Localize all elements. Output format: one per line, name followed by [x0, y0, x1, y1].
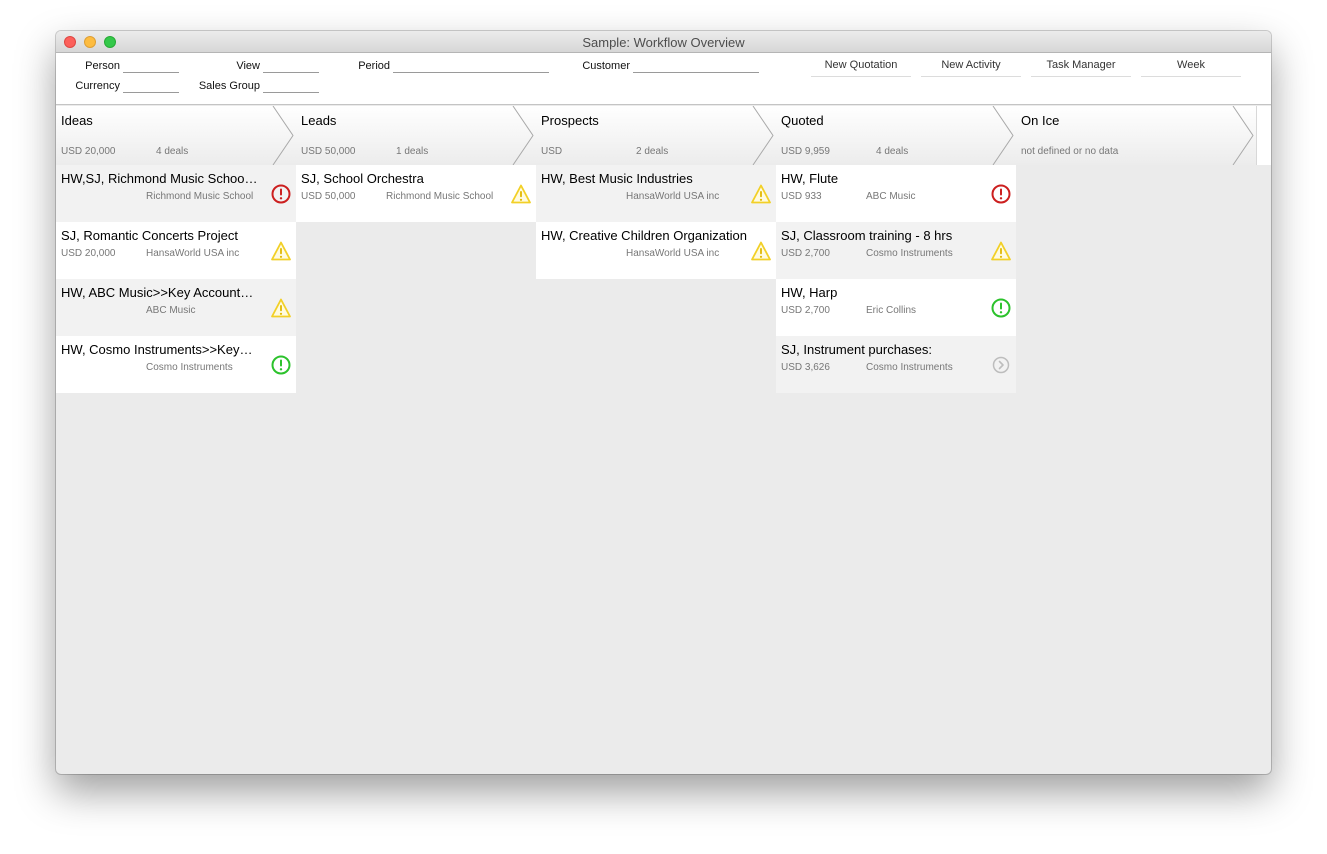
deal-amount: USD 20,000 [61, 248, 116, 259]
deal-company: Cosmo Instruments [866, 362, 953, 373]
sales-group-field[interactable] [263, 80, 319, 93]
deal-card[interactable]: HW, Flute USD 933 ABC Music [776, 165, 1016, 222]
stage-amount: USD 9,959 [781, 146, 830, 157]
stage-amount: USD [541, 146, 563, 157]
chevron-right-circle-icon [992, 356, 1010, 374]
deal-title: SJ, Instrument purchases: [781, 342, 933, 357]
alert-circle-icon [271, 184, 291, 204]
filter-toolbar: Person View Period Customer Currency Sal… [56, 53, 1271, 105]
period-label: Period [358, 60, 390, 72]
deal-title: HW,SJ, Richmond Music Schoo… [61, 171, 258, 186]
deal-amount: USD 50,000 [301, 191, 356, 202]
warning-triangle-icon [751, 241, 771, 261]
deal-company: Richmond Music School [386, 191, 494, 202]
deal-card[interactable]: HW, ABC Music>>Key Account… ABC Music [56, 279, 296, 336]
header-filler [1256, 106, 1271, 165]
deal-card[interactable]: HW, Cosmo Instruments>>Key… Cosmo Instru… [56, 336, 296, 393]
stage-deal-count: 1 deals [396, 146, 429, 157]
view-field[interactable] [263, 60, 319, 73]
deal-title: SJ, Romantic Concerts Project [61, 228, 239, 243]
person-field[interactable] [123, 60, 179, 73]
deal-card[interactable]: SJ, Instrument purchases: USD 3,626 Cosm… [776, 336, 1016, 393]
warning-triangle-icon [271, 241, 291, 261]
deal-title: HW, Creative Children Organization [541, 228, 747, 243]
deal-card[interactable]: HW, Harp USD 2,700 Eric Collins [776, 279, 1016, 336]
deal-card[interactable]: HW, Best Music Industries HansaWorld USA… [536, 165, 776, 222]
deal-company: HansaWorld USA inc [146, 248, 240, 259]
deal-title: HW, Cosmo Instruments>>Key… [61, 342, 253, 357]
deal-amount: USD 933 [781, 191, 822, 202]
stage-name: On Ice [1021, 113, 1060, 128]
warning-triangle-icon [751, 184, 771, 204]
window-title: Sample: Workflow Overview [582, 35, 745, 50]
stage-header-ideas[interactable]: Ideas USD 20,000 4 deals [56, 106, 296, 165]
deal-card[interactable]: HW, Creative Children Organization Hansa… [536, 222, 776, 279]
deal-company: HansaWorld USA inc [626, 191, 720, 202]
deal-title: SJ, School Orchestra [301, 171, 424, 186]
stage-deal-count: 4 deals [156, 146, 189, 157]
deal-card[interactable]: SJ, Romantic Concerts Project USD 20,000… [56, 222, 296, 279]
new-activity-button[interactable]: New Activity [921, 57, 1021, 77]
customer-field[interactable] [633, 60, 759, 73]
stage-header-on-ice[interactable]: On Ice not defined or no data [1016, 106, 1256, 165]
stage-name: Prospects [541, 113, 599, 128]
deal-card[interactable]: SJ, School Orchestra USD 50,000 Richmond… [296, 165, 536, 222]
view-label: View [236, 60, 260, 72]
deal-title: HW, Harp [781, 285, 838, 300]
deal-company: Richmond Music School [146, 191, 254, 202]
stage-empty-note: not defined or no data [1021, 146, 1119, 157]
sales-group-label: Sales Group [198, 80, 260, 92]
stage-deal-count: 4 deals [876, 146, 909, 157]
deal-amount: USD 2,700 [781, 305, 830, 316]
week-button[interactable]: Week [1141, 57, 1241, 77]
stage-name: Quoted [781, 113, 824, 128]
deal-company: HansaWorld USA inc [626, 248, 720, 259]
stage-name: Leads [301, 113, 337, 128]
period-field[interactable] [393, 60, 549, 73]
alert-circle-icon [991, 298, 1011, 318]
deal-title: HW, Flute [781, 171, 839, 186]
stage-header-quoted[interactable]: Quoted USD 9,959 4 deals [776, 106, 1016, 165]
stage-header-prospects[interactable]: Prospects USD 2 deals [536, 106, 776, 165]
deal-company: Cosmo Instruments [146, 362, 233, 373]
customer-label: Customer [582, 60, 630, 72]
alert-circle-icon [991, 184, 1011, 204]
deal-company: Cosmo Instruments [866, 248, 953, 259]
warning-triangle-icon [991, 241, 1011, 261]
deal-amount: USD 3,626 [781, 362, 830, 373]
deal-company: ABC Music [146, 305, 196, 316]
deal-title: HW, ABC Music>>Key Account… [61, 285, 254, 300]
deal-company: ABC Music [866, 191, 916, 202]
stage-amount: USD 50,000 [301, 146, 356, 157]
currency-field[interactable] [123, 80, 179, 93]
stage-name: Ideas [61, 113, 93, 128]
person-label: Person [85, 60, 120, 72]
currency-label: Currency [75, 80, 120, 92]
task-manager-button[interactable]: Task Manager [1031, 57, 1131, 77]
deal-title: HW, Best Music Industries [541, 171, 693, 186]
stage-amount: USD 20,000 [61, 146, 116, 157]
deal-amount: USD 2,700 [781, 248, 830, 259]
deal-company: Eric Collins [866, 305, 917, 316]
new-quotation-button[interactable]: New Quotation [811, 57, 911, 77]
app-window: Sample: Workflow Overview Person View Pe… [56, 31, 1271, 774]
deal-title: SJ, Classroom training - 8 hrs [781, 228, 953, 243]
warning-triangle-icon [271, 298, 291, 318]
warning-triangle-icon [511, 184, 531, 204]
deal-card[interactable]: SJ, Classroom training - 8 hrs USD 2,700… [776, 222, 1016, 279]
stage-deal-count: 2 deals [636, 146, 669, 157]
stage-header-leads[interactable]: Leads USD 50,000 1 deals [296, 106, 536, 165]
title-bar: Sample: Workflow Overview [56, 31, 1271, 53]
alert-circle-icon [271, 355, 291, 375]
deal-card[interactable]: HW,SJ, Richmond Music Schoo… Richmond Mu… [56, 165, 296, 222]
